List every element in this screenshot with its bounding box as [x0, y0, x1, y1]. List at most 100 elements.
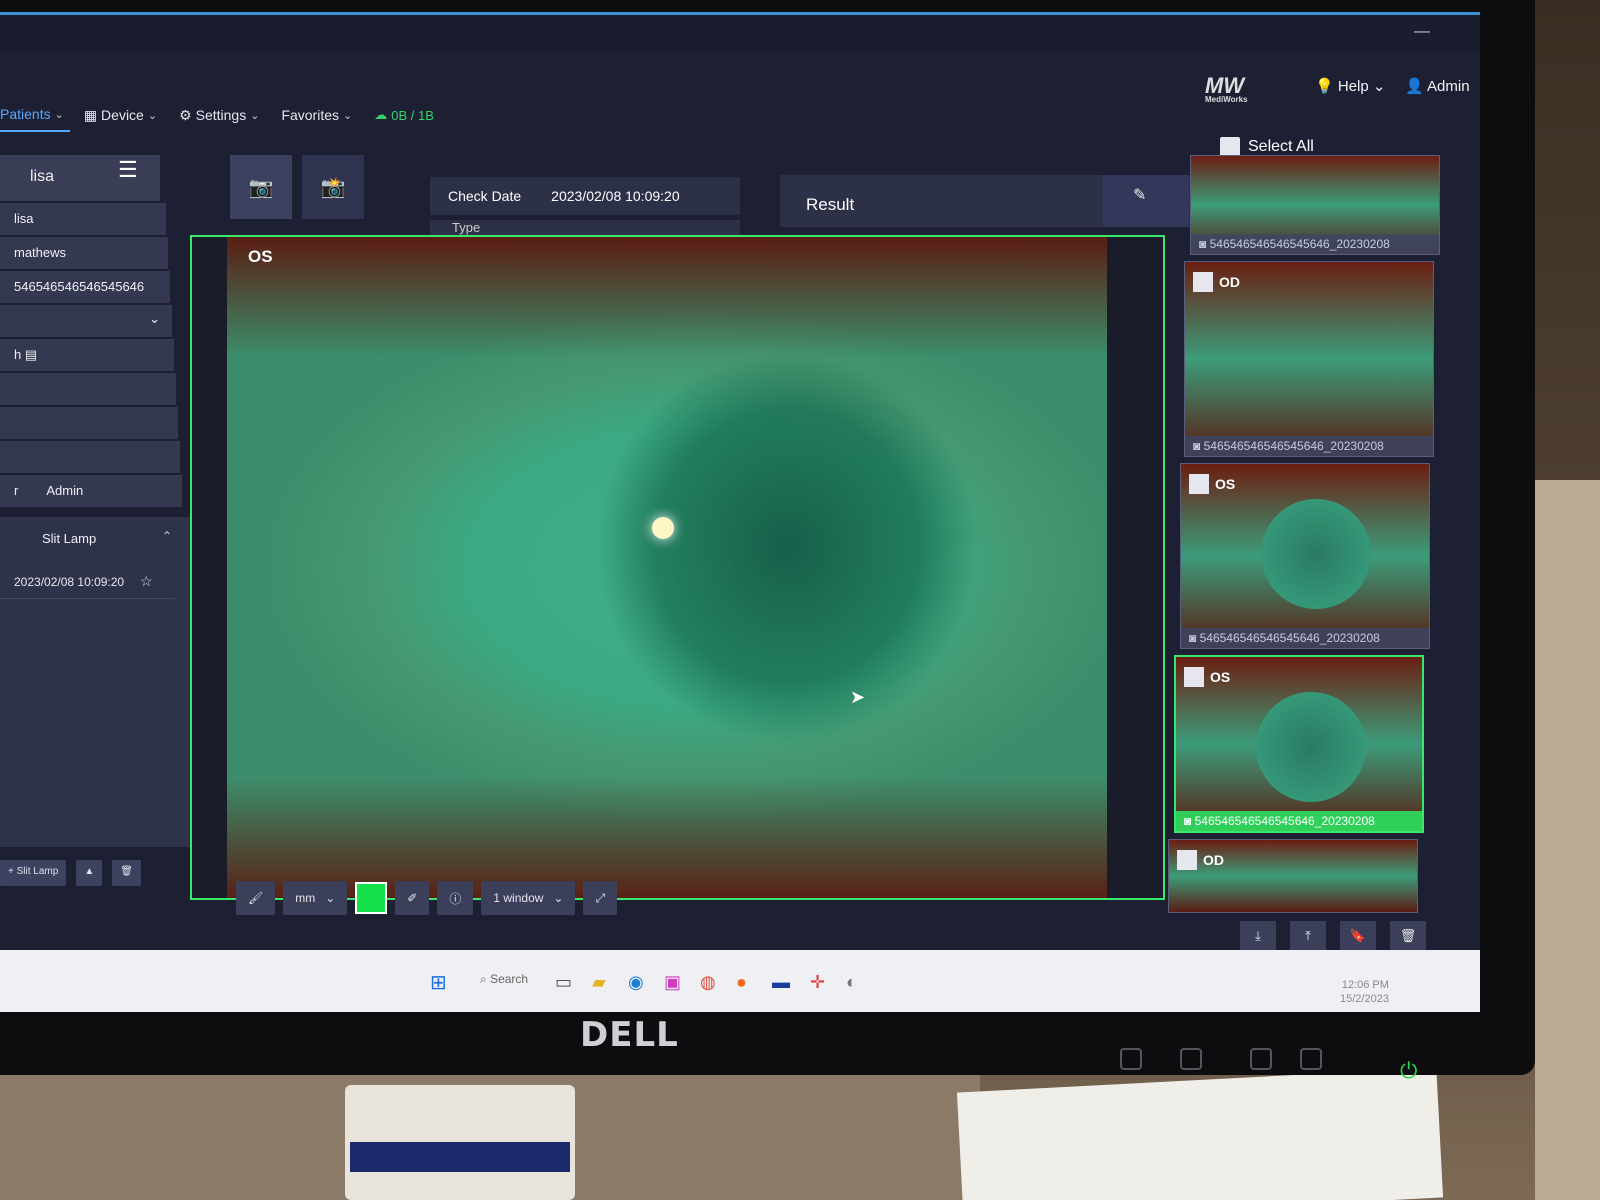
capture-ir-button[interactable]: 📸 — [302, 155, 364, 219]
chevron-down-icon: ⌄ — [250, 109, 260, 122]
camera-icon: ◙ — [1193, 439, 1204, 453]
gender-select[interactable]: ⌄ — [0, 305, 172, 337]
desk-background — [1535, 480, 1600, 1200]
check-date-label: Check Date — [448, 188, 522, 204]
calendar-icon: ▤ — [24, 347, 38, 362]
nav-patients-label: Patients — [0, 106, 51, 122]
taskbar-search[interactable]: ⌕ Search — [480, 972, 528, 987]
thumbnail-1[interactable]: ◙ 546546546546545646_20230208 — [1190, 155, 1440, 255]
image-viewer[interactable]: OS — [190, 235, 1165, 900]
thumbnail-actions: ⤓ ⤒ 🔖 🗑 — [1240, 921, 1426, 951]
last-name-field[interactable]: mathews — [0, 237, 168, 269]
clock-date: 15/2/2023 — [1340, 993, 1389, 1005]
add-slit-lamp-button[interactable]: + Slit Lamp — [0, 860, 67, 886]
birthdate-field[interactable]: h ▤ — [0, 339, 174, 371]
capture-button[interactable]: 📷 — [230, 155, 292, 219]
info-field-3[interactable] — [0, 441, 180, 473]
star-icon[interactable]: ☆ — [140, 573, 153, 590]
fullscreen-button[interactable]: ⤢ — [583, 881, 618, 915]
unit-value: mm — [295, 891, 316, 905]
delete-exam-button[interactable]: 🗑 — [112, 860, 141, 886]
nav-device[interactable]: ▦ Device ⌄ — [84, 107, 157, 124]
move-up-button[interactable]: ▲ — [76, 860, 103, 886]
thumbnail-4-selected[interactable]: OS ◙ 546546546546545646_20230208 — [1174, 655, 1424, 833]
eyedropper-button[interactable]: ✐ — [395, 881, 430, 915]
upload-button[interactable]: ⤒ — [1290, 921, 1326, 951]
camera-icon: ◙ — [1199, 237, 1210, 251]
eyedropper-icon: ✐ — [407, 891, 418, 905]
device-icon: ▦ — [83, 106, 98, 123]
thumbnail-eye-label: OD — [1203, 852, 1224, 868]
nav-settings-label: Settings — [195, 107, 247, 123]
info-field-2[interactable] — [0, 407, 178, 439]
exam-list-actions: + Slit Lamp ▲ 🗑 — [0, 860, 141, 886]
monitor-menu-button — [1180, 1048, 1202, 1070]
trash-icon: 🗑 — [120, 866, 133, 877]
unit-select[interactable]: mm ⌄ — [283, 881, 348, 915]
camera-ir-icon: 📸 — [320, 176, 346, 199]
windows-start-icon[interactable]: ⊞ — [430, 970, 447, 995]
result-label: Result — [806, 195, 855, 214]
thumbnail-5[interactable]: OD — [1168, 839, 1418, 913]
operator-field[interactable]: r Admin — [0, 475, 182, 507]
mediworks-app-icon[interactable]: ◐ — [846, 972, 857, 993]
chevron-up-icon[interactable]: ⌃ — [162, 529, 172, 543]
user-name: Admin — [1427, 78, 1470, 95]
target-app-icon[interactable]: ✛ — [810, 972, 825, 993]
windows-taskbar: ⊞ ⌕ Search ▭ ▰ ◉ ▣ ◍ ● ▬ ✛ ◐ 12:06 PM 15… — [0, 950, 1480, 1012]
store-icon[interactable]: ▣ — [664, 972, 681, 993]
edit-result-button[interactable]: ✎ — [1103, 175, 1189, 227]
minimize-button[interactable]: — — [1414, 23, 1430, 41]
thumbnail-caption-text: 546546546546545646_20230208 — [1194, 814, 1375, 828]
download-button[interactable]: ⤓ — [1240, 921, 1276, 951]
edge-icon[interactable]: ◉ — [628, 972, 644, 993]
user-icon: 👤 — [1405, 78, 1424, 95]
brush-tool-button[interactable]: 🖌 — [236, 881, 276, 915]
photo-scene: — MW MediWorks 💡 Help ⌄ 👤 Admin Patients ⌄… — [0, 0, 1600, 1200]
monitor-input-button — [1120, 1048, 1142, 1070]
monitor-minus-button — [1250, 1048, 1272, 1070]
menu-icon[interactable]: ☰ — [118, 157, 138, 183]
nav-patients[interactable]: Patients ⌄ — [0, 98, 70, 132]
nav-favorites[interactable]: Favorites ⌄ — [281, 107, 352, 123]
monitor-bezel: — MW MediWorks 💡 Help ⌄ 👤 Admin Patients ⌄… — [0, 0, 1535, 1083]
patient-id-field[interactable]: 546546546546545646 — [0, 271, 170, 303]
info-field-1[interactable] — [0, 373, 176, 405]
chevron-down-icon: ⌄ — [149, 311, 160, 326]
monitor-brand-logo: DELL — [580, 1015, 679, 1055]
select-all-checkbox[interactable]: Select All — [1220, 137, 1314, 157]
window-layout-select[interactable]: 1 window ⌄ — [481, 881, 576, 915]
delete-image-button[interactable]: 🗑 — [1390, 921, 1426, 951]
thumbnail-checkbox[interactable] — [1184, 667, 1204, 687]
chrome-icon[interactable]: ◍ — [700, 972, 716, 993]
firefox-icon[interactable]: ● — [736, 972, 747, 993]
window-layout-value: 1 window — [493, 891, 544, 905]
checkbox[interactable] — [1220, 137, 1240, 157]
arrow-up-icon: ▲ — [84, 866, 95, 877]
thumbnail-caption-text: 546546546546545646_20230208 — [1199, 631, 1380, 645]
help-menu[interactable]: 💡 Help ⌄ — [1315, 77, 1385, 95]
nav-settings[interactable]: ⚙ Settings ⌄ — [179, 107, 259, 124]
thumbnail-checkbox[interactable] — [1177, 850, 1197, 870]
first-name-field[interactable]: lisa — [0, 203, 166, 235]
check-date-row: Check Date 2023/02/08 10:09:20 — [430, 177, 740, 215]
thumbnail-2[interactable]: OD ◙ 546546546546545646_20230208 — [1184, 261, 1434, 457]
thumbnail-caption: ◙ 546546546546545646_20230208 — [1176, 811, 1422, 831]
task-view-icon[interactable]: ▭ — [555, 972, 572, 993]
info-button[interactable]: ⓘ — [437, 881, 474, 915]
bookmark-button[interactable]: 🔖 — [1340, 921, 1376, 951]
thumbnail-checkbox[interactable] — [1189, 474, 1209, 494]
zeiss-app-icon[interactable]: ▬ — [772, 972, 790, 993]
thumbnail-eye-label: OS — [1210, 669, 1231, 685]
file-explorer-icon[interactable]: ▰ — [592, 972, 606, 993]
camera-icon: ◙ — [1184, 814, 1195, 828]
thumbnail-3[interactable]: OS ◙ 546546546546545646_20230208 — [1180, 463, 1430, 649]
exam-list: Slit Lamp ⌃ 2023/02/08 10:09:20 ☆ — [0, 517, 208, 847]
system-clock[interactable]: 12:06 PM 15/2/2023 — [1340, 978, 1389, 1006]
type-label: Type — [452, 220, 481, 235]
thumbnail-checkbox[interactable] — [1193, 272, 1213, 292]
color-picker[interactable] — [355, 882, 388, 914]
exam-record-date: 2023/02/08 10:09:20 — [14, 575, 125, 589]
slit-lamp-eye-image — [227, 237, 1107, 898]
user-menu[interactable]: 👤 Admin — [1405, 77, 1470, 95]
